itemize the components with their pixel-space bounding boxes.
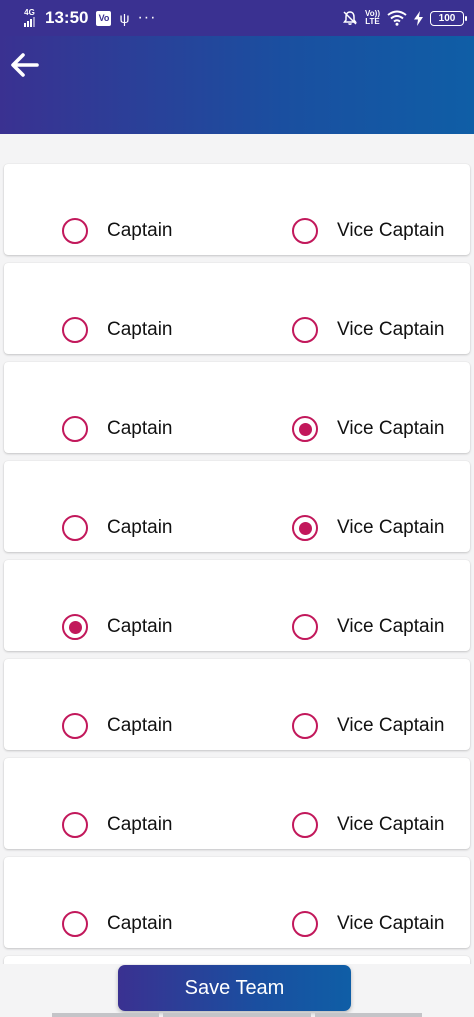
player-card: Captain Vice Captain <box>4 461 470 552</box>
captain-label: Captain <box>107 220 173 241</box>
vice-captain-radio[interactable] <box>292 713 318 739</box>
wifi-icon <box>387 10 407 26</box>
charging-icon <box>414 10 423 26</box>
captain-label: Captain <box>107 418 173 439</box>
nav-indicator <box>52 1013 159 1017</box>
captain-radio[interactable] <box>62 416 88 442</box>
vice-captain-radio[interactable] <box>292 515 318 541</box>
status-time: 13:50 <box>45 8 89 27</box>
captain-label: Captain <box>107 814 173 835</box>
nav-indicator <box>315 1013 422 1017</box>
captain-label: Captain <box>107 913 173 934</box>
vice-captain-option[interactable]: Vice Captain <box>292 513 444 543</box>
back-button[interactable] <box>8 48 42 82</box>
captain-option[interactable]: Captain <box>62 909 173 939</box>
player-card: Captain Vice Captain <box>4 362 470 453</box>
captain-label: Captain <box>107 616 173 637</box>
battery-icon: 100 <box>430 10 467 26</box>
vice-captain-label: Vice Captain <box>337 913 445 934</box>
mobile-signal-icon: 4G <box>24 9 35 27</box>
captain-option[interactable]: Captain <box>62 612 173 642</box>
captain-option[interactable]: Captain <box>62 513 173 543</box>
captain-radio[interactable] <box>62 614 88 640</box>
vice-captain-radio[interactable] <box>292 218 318 244</box>
player-card: Captain Vice Captain <box>4 758 470 849</box>
captain-label: Captain <box>107 319 173 340</box>
captain-label: Captain <box>107 715 173 736</box>
nav-indicator <box>163 1013 311 1017</box>
mute-bell-icon <box>343 11 358 25</box>
vice-captain-option[interactable]: Vice Captain <box>292 711 444 741</box>
player-selection-list: Captain Vice Captain Captain Vice Captai… <box>0 134 474 964</box>
volte-icon: Vo)) LTE <box>365 10 380 26</box>
captain-radio[interactable] <box>62 218 88 244</box>
network-type: 4G <box>24 8 35 17</box>
vice-captain-option[interactable]: Vice Captain <box>292 216 444 246</box>
vice-captain-label: Vice Captain <box>337 418 445 439</box>
notification-badge: Vo <box>96 10 112 26</box>
captain-option[interactable]: Captain <box>62 315 173 345</box>
captain-radio[interactable] <box>62 911 88 937</box>
vice-captain-option[interactable]: Vice Captain <box>292 612 444 642</box>
more-notifications-icon: ··· <box>137 9 157 26</box>
captain-option[interactable]: Captain <box>62 414 173 444</box>
status-bar: 4G 13:50 Vo ψ ··· Vo)) LTE 100 <box>0 0 474 36</box>
vice-captain-label: Vice Captain <box>337 220 445 241</box>
vice-captain-radio[interactable] <box>292 416 318 442</box>
save-team-button[interactable]: Save Team <box>118 965 351 1011</box>
player-card-partial <box>4 956 470 964</box>
captain-option[interactable]: Captain <box>62 810 173 840</box>
player-card: Captain Vice Captain <box>4 560 470 651</box>
vice-captain-radio[interactable] <box>292 812 318 838</box>
vice-captain-option[interactable]: Vice Captain <box>292 810 444 840</box>
app-bar <box>0 36 474 134</box>
volte-bottom: LTE <box>365 17 380 26</box>
vice-captain-option[interactable]: Vice Captain <box>292 315 444 345</box>
captain-option[interactable]: Captain <box>62 711 173 741</box>
vice-captain-label: Vice Captain <box>337 715 445 736</box>
vice-captain-option[interactable]: Vice Captain <box>292 909 444 939</box>
vice-captain-option[interactable]: Vice Captain <box>292 414 444 444</box>
vice-captain-label: Vice Captain <box>337 814 445 835</box>
captain-radio[interactable] <box>62 515 88 541</box>
arrow-left-icon <box>11 53 39 77</box>
player-card: Captain Vice Captain <box>4 164 470 255</box>
captain-option[interactable]: Captain <box>62 216 173 246</box>
captain-radio[interactable] <box>62 713 88 739</box>
vice-captain-label: Vice Captain <box>337 319 445 340</box>
vice-captain-radio[interactable] <box>292 911 318 937</box>
captain-radio[interactable] <box>62 317 88 343</box>
battery-level: 100 <box>438 12 456 24</box>
usb-icon: ψ <box>119 10 130 26</box>
vice-captain-radio[interactable] <box>292 317 318 343</box>
vice-captain-label: Vice Captain <box>337 517 445 538</box>
player-card: Captain Vice Captain <box>4 857 470 948</box>
player-card: Captain Vice Captain <box>4 659 470 750</box>
vice-captain-radio[interactable] <box>292 614 318 640</box>
captain-label: Captain <box>107 517 173 538</box>
player-card: Captain Vice Captain <box>4 263 470 354</box>
captain-radio[interactable] <box>62 812 88 838</box>
vice-captain-label: Vice Captain <box>337 616 445 637</box>
